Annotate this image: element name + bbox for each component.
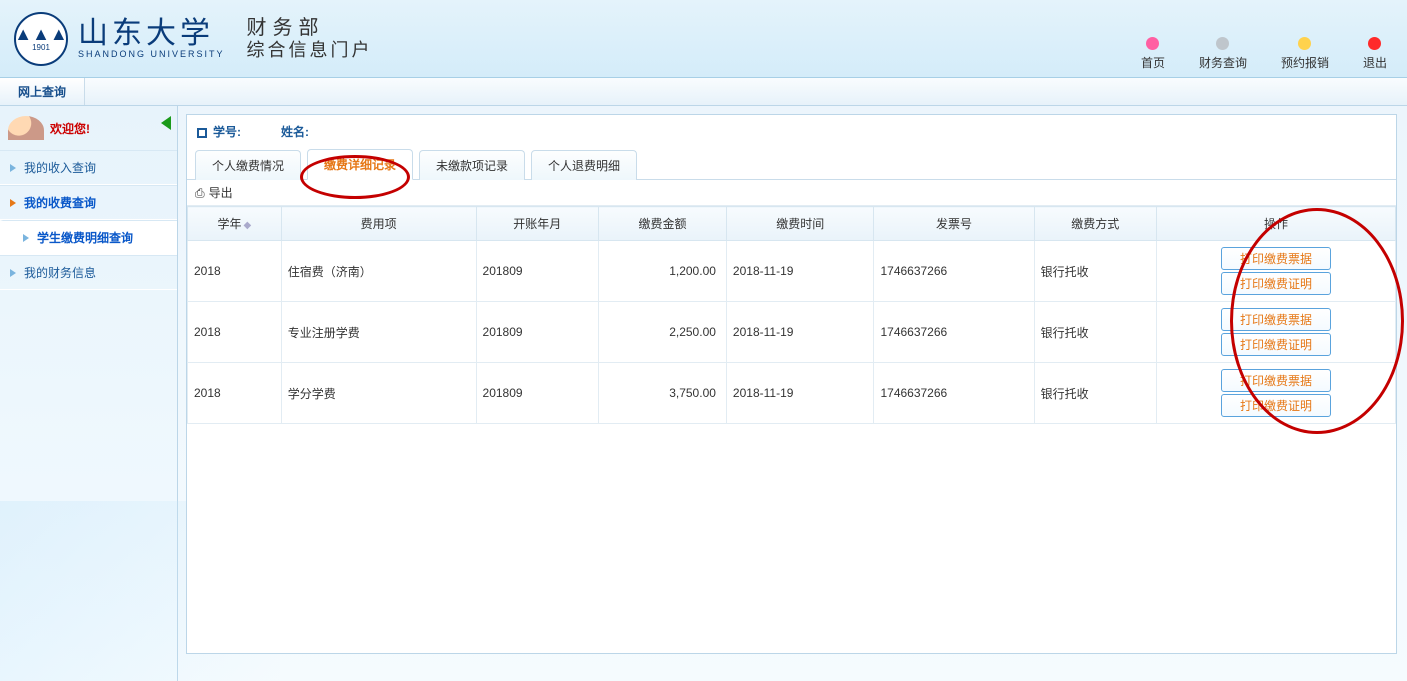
col-header-2: 开账年月 xyxy=(476,207,598,241)
topnav-item-2[interactable]: 预约报销 xyxy=(1281,37,1329,71)
topnav-label: 首页 xyxy=(1141,54,1165,71)
sidebar-item-1[interactable]: 我的收费查询 xyxy=(0,185,177,220)
cell: 1,200.00 xyxy=(599,241,727,302)
cell: 1746637266 xyxy=(874,302,1034,363)
action-cell: 打印缴费票据打印缴费证明 xyxy=(1157,302,1396,363)
top-nav: 首页 财务查询 预约报销 退出 xyxy=(1141,37,1387,71)
tab-0[interactable]: 个人缴费情况 xyxy=(195,150,301,180)
content-panel: 学号: 姓名: 个人缴费情况缴费详细记录未缴款项记录个人退费明细 导出 学年◆费… xyxy=(186,114,1397,654)
topnav-label: 退出 xyxy=(1363,54,1387,71)
cell: 2018-11-19 xyxy=(726,241,874,302)
university-seal-icon: ▲▲▲ 1901 xyxy=(14,12,68,66)
topnav-label: 财务查询 xyxy=(1199,54,1247,71)
cell: 住宿费（济南） xyxy=(281,241,476,302)
welcome-text: 欢迎您! xyxy=(50,120,90,137)
nav-dot-icon xyxy=(1368,37,1381,50)
cell: 1746637266 xyxy=(874,241,1034,302)
print-receipt-button[interactable]: 打印缴费票据 xyxy=(1221,369,1331,392)
tab-2[interactable]: 未缴款项记录 xyxy=(419,150,525,180)
cell: 3,750.00 xyxy=(599,363,727,424)
sub-header: 网上查询 xyxy=(0,78,1407,106)
print-receipt-button[interactable]: 打印缴费票据 xyxy=(1221,308,1331,331)
nav-dot-icon xyxy=(1298,37,1311,50)
print-proof-button[interactable]: 打印缴费证明 xyxy=(1221,272,1331,295)
topnav-item-0[interactable]: 首页 xyxy=(1141,37,1165,71)
nav-dot-icon xyxy=(1146,37,1159,50)
table-row: 2018学分学费2018093,750.002018-11-1917466372… xyxy=(188,363,1396,424)
university-name-en: SHANDONG UNIVERSITY xyxy=(78,50,225,60)
col-header-4: 缴费时间 xyxy=(726,207,874,241)
col-header-6: 缴费方式 xyxy=(1034,207,1156,241)
print-proof-button[interactable]: 打印缴费证明 xyxy=(1221,394,1331,417)
cell: 学分学费 xyxy=(281,363,476,424)
cell: 2018 xyxy=(188,241,282,302)
side-menu: 我的收入查询我的收费查询学生缴费明细查询我的财务信息 xyxy=(0,150,177,290)
cell: 2018 xyxy=(188,302,282,363)
nav-dot-icon xyxy=(1216,37,1229,50)
table-row: 2018住宿费（济南）2018091,200.002018-11-1917466… xyxy=(188,241,1396,302)
main-content: 学号: 姓名: 个人缴费情况缴费详细记录未缴款项记录个人退费明细 导出 学年◆费… xyxy=(178,106,1407,681)
cell: 银行托收 xyxy=(1034,241,1156,302)
payment-table: 学年◆费用项开账年月缴费金额缴费时间发票号缴费方式操作 2018住宿费（济南）2… xyxy=(187,206,1396,424)
col-header-7: 操作 xyxy=(1157,207,1396,241)
col-header-0[interactable]: 学年◆ xyxy=(188,207,282,241)
cell: 2018 xyxy=(188,363,282,424)
sidebar-item-2[interactable]: 学生缴费明细查询 xyxy=(0,220,177,255)
square-bullet-icon xyxy=(197,128,207,138)
cell: 银行托收 xyxy=(1034,302,1156,363)
department-title: 财务部 综合信息门户 xyxy=(247,16,373,62)
tab-1[interactable]: 缴费详细记录 xyxy=(307,149,413,180)
university-name-cn: 山东大学 xyxy=(78,17,225,50)
student-info-bar: 学号: 姓名: xyxy=(187,115,1396,148)
sidebar: 欢迎您! 我的收入查询我的收费查询学生缴费明细查询我的财务信息 xyxy=(0,106,178,681)
topnav-item-1[interactable]: 财务查询 xyxy=(1199,37,1247,71)
cell: 2,250.00 xyxy=(599,302,727,363)
print-receipt-button[interactable]: 打印缴费票据 xyxy=(1221,247,1331,270)
university-logo: ▲▲▲ 1901 山东大学 SHANDONG UNIVERSITY xyxy=(14,12,225,66)
export-button[interactable]: 导出 xyxy=(195,186,233,200)
avatar-icon xyxy=(8,116,44,140)
topnav-label: 预约报销 xyxy=(1281,54,1329,71)
action-cell: 打印缴费票据打印缴费证明 xyxy=(1157,363,1396,424)
sidebar-item-3[interactable]: 我的财务信息 xyxy=(0,255,177,290)
col-header-5: 发票号 xyxy=(874,207,1034,241)
sidebar-item-0[interactable]: 我的收入查询 xyxy=(0,150,177,185)
table-row: 2018专业注册学费2018092,250.002018-11-19174663… xyxy=(188,302,1396,363)
col-header-1: 费用项 xyxy=(281,207,476,241)
col-header-3: 缴费金额 xyxy=(599,207,727,241)
subheader-tab-online-query[interactable]: 网上查询 xyxy=(0,78,85,105)
toolbar: 导出 xyxy=(187,180,1396,206)
print-proof-button[interactable]: 打印缴费证明 xyxy=(1221,333,1331,356)
cell: 201809 xyxy=(476,363,598,424)
cell: 2018-11-19 xyxy=(726,363,874,424)
cell: 1746637266 xyxy=(874,363,1034,424)
cell: 专业注册学费 xyxy=(281,302,476,363)
cell: 2018-11-19 xyxy=(726,302,874,363)
detail-tabs: 个人缴费情况缴费详细记录未缴款项记录个人退费明细 xyxy=(187,148,1396,180)
action-cell: 打印缴费票据打印缴费证明 xyxy=(1157,241,1396,302)
topnav-item-3[interactable]: 退出 xyxy=(1363,37,1387,71)
cell: 201809 xyxy=(476,302,598,363)
sort-icon[interactable]: ◆ xyxy=(244,220,252,231)
welcome-block: 欢迎您! xyxy=(0,106,177,144)
tab-3[interactable]: 个人退费明细 xyxy=(531,150,637,180)
collapse-arrow-icon[interactable] xyxy=(161,116,171,130)
page-header: ▲▲▲ 1901 山东大学 SHANDONG UNIVERSITY 财务部 综合… xyxy=(0,0,1407,78)
cell: 201809 xyxy=(476,241,598,302)
cell: 银行托收 xyxy=(1034,363,1156,424)
